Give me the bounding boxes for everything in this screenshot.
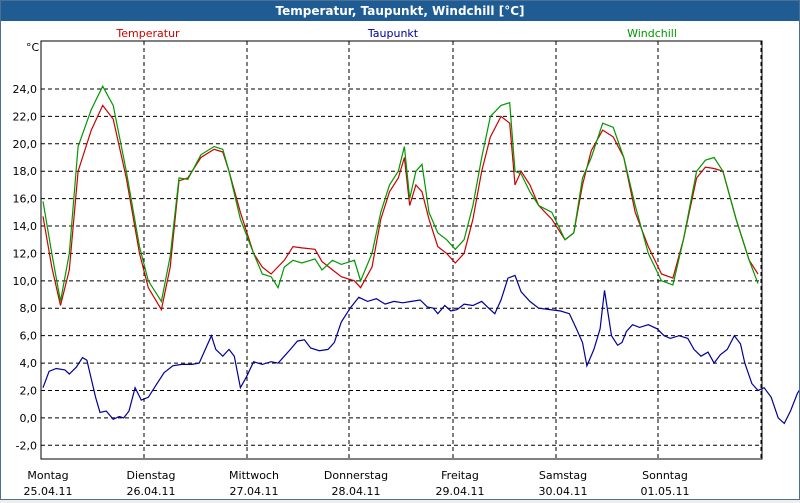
x-tick-day: Mittwoch [229, 469, 279, 482]
y-tick-label: 2,0 [20, 384, 38, 397]
y-tick-label: 20,0 [13, 138, 38, 151]
window-title: Temperatur, Taupunkt, Windchill [°C] [1, 1, 799, 21]
x-tick-day: Freitag [441, 469, 479, 482]
y-axis-label: °C [26, 41, 40, 54]
legend: Temperatur Taupunkt Windchill [115, 27, 677, 40]
chart-window: Temperatur, Taupunkt, Windchill [°C] 24,… [0, 0, 800, 500]
x-tick-date: 28.04.11 [332, 485, 381, 498]
x-tick-day: Montag [27, 469, 68, 482]
y-tick-label: 0,0 [20, 412, 38, 425]
y-tick-label: 18,0 [13, 165, 38, 178]
x-tick-date: 01.05.11 [641, 485, 690, 498]
y-axis-ticks: 24,0 22,0 20,0 18,0 16,0 14,0 12,0 10,0 8,0 6,0 4,… [13, 83, 38, 452]
legend-entry-windchill: Windchill [627, 27, 677, 40]
y-tick-label: 24,0 [13, 83, 38, 96]
y-tick-label: 6,0 [20, 330, 38, 343]
legend-entry-taupunkt: Taupunkt [367, 27, 419, 40]
x-tick-date: 26.04.11 [127, 485, 176, 498]
x-tick-date: 25.04.11 [24, 485, 73, 498]
x-tick-date: 30.04.11 [539, 485, 588, 498]
x-tick-date: 27.04.11 [230, 485, 279, 498]
x-tick-day: Dienstag [126, 469, 175, 482]
y-tick-label: 4,0 [20, 357, 38, 370]
x-axis-ticks: Montag 25.04.11 Dienstag 26.04.11 Mittwoch 27… [24, 469, 690, 498]
x-tick-day: Donnerstag [324, 469, 388, 482]
y-tick-label: 8,0 [20, 302, 38, 315]
legend-entry-temperatur: Temperatur [115, 27, 180, 40]
x-tick-date: 29.04.11 [436, 485, 485, 498]
x-tick-day: Samstag [539, 469, 587, 482]
y-tick-label: 16,0 [13, 193, 38, 206]
y-tick-label: 10,0 [13, 275, 38, 288]
y-tick-label: -2,0 [16, 439, 37, 452]
plot-area: 24,0 22,0 20,0 18,0 16,0 14,0 12,0 10,0 8,0 6,0 4,… [1, 22, 800, 499]
chart: 24,0 22,0 20,0 18,0 16,0 14,0 12,0 10,0 8,0 6,0 4,… [13, 27, 800, 498]
y-tick-label: 22,0 [13, 110, 38, 123]
y-tick-label: 14,0 [13, 220, 38, 233]
y-tick-label: 12,0 [13, 247, 38, 260]
x-tick-day: Sonntag [642, 469, 688, 482]
